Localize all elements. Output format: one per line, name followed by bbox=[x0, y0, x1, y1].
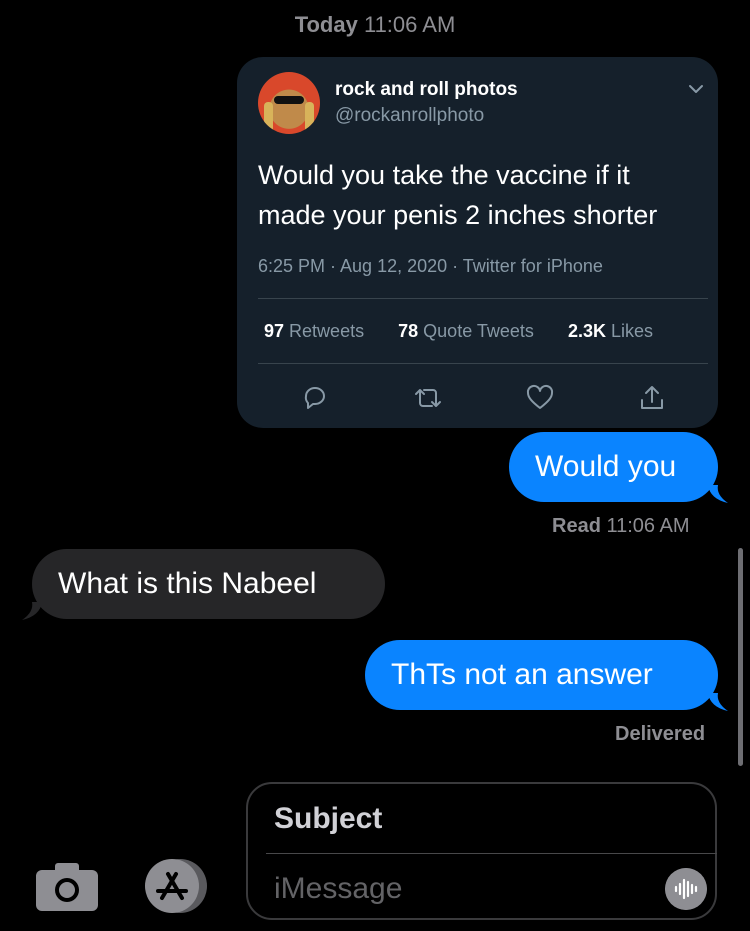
likes-count: 2.3K bbox=[567, 321, 606, 341]
reply-icon[interactable] bbox=[300, 383, 330, 413]
bubble-tail bbox=[22, 602, 42, 620]
conversation-timestamp: Today 11:06 AM bbox=[0, 12, 750, 38]
timestamp-day: Today bbox=[294, 12, 358, 37]
retweets-label: Retweets bbox=[289, 321, 365, 341]
likes-label: Likes bbox=[610, 321, 654, 341]
tweet-author-name: rock and roll photos bbox=[335, 79, 518, 100]
tweet-text: Would you take the vaccine if it made yo… bbox=[258, 160, 658, 230]
avatar bbox=[258, 72, 320, 134]
tweet-stats: 97 Retweets 78 Quote Tweets 2.3K Likes bbox=[264, 321, 653, 342]
quotes-count: 78 bbox=[398, 321, 419, 341]
quotes-label: Quote Tweets bbox=[423, 321, 534, 341]
timestamp-time: 11:06 AM bbox=[363, 12, 456, 37]
tweet-divider bbox=[258, 298, 708, 299]
audio-waveform-icon[interactable] bbox=[665, 868, 707, 910]
message-input[interactable]: iMessage bbox=[274, 872, 402, 906]
share-icon[interactable] bbox=[637, 383, 667, 413]
outgoing-message-bubble[interactable]: ThTs not an answer bbox=[365, 640, 718, 710]
message-compose-box[interactable]: Subject iMessage bbox=[246, 782, 717, 920]
tweet-divider bbox=[258, 363, 708, 364]
compose-divider bbox=[266, 853, 717, 854]
app-store-icon[interactable] bbox=[140, 858, 212, 914]
read-time: 11:06 AM bbox=[606, 515, 690, 537]
read-receipt: Read 11:06 AM bbox=[552, 515, 690, 538]
retweets-count: 97 bbox=[264, 321, 285, 341]
tweet-author-handle: @rockanrollphoto bbox=[335, 105, 485, 126]
bubble-tail bbox=[708, 693, 728, 711]
subject-field[interactable]: Subject bbox=[274, 802, 382, 836]
tweet-preview-card[interactable]: rock and roll photos @rockanrollphoto Wo… bbox=[237, 57, 718, 428]
incoming-message-bubble[interactable]: What is this Nabeel bbox=[32, 549, 385, 619]
message-text: What is this Nabeel bbox=[58, 567, 317, 600]
message-text: Would you bbox=[535, 450, 677, 483]
read-label: Read bbox=[552, 515, 601, 537]
outgoing-message-bubble[interactable]: Would you bbox=[509, 432, 718, 502]
like-icon[interactable] bbox=[525, 383, 555, 413]
chevron-down-icon[interactable] bbox=[686, 79, 706, 99]
camera-icon[interactable] bbox=[35, 862, 99, 912]
message-text: ThTs not an answer bbox=[391, 658, 653, 691]
bubble-tail bbox=[708, 485, 728, 503]
scrollbar[interactable] bbox=[738, 548, 743, 766]
retweet-icon[interactable] bbox=[411, 383, 445, 413]
tweet-meta: 6:25 PM · Aug 12, 2020 · Twitter for iPh… bbox=[258, 256, 603, 276]
delivered-status: Delivered bbox=[615, 723, 706, 745]
